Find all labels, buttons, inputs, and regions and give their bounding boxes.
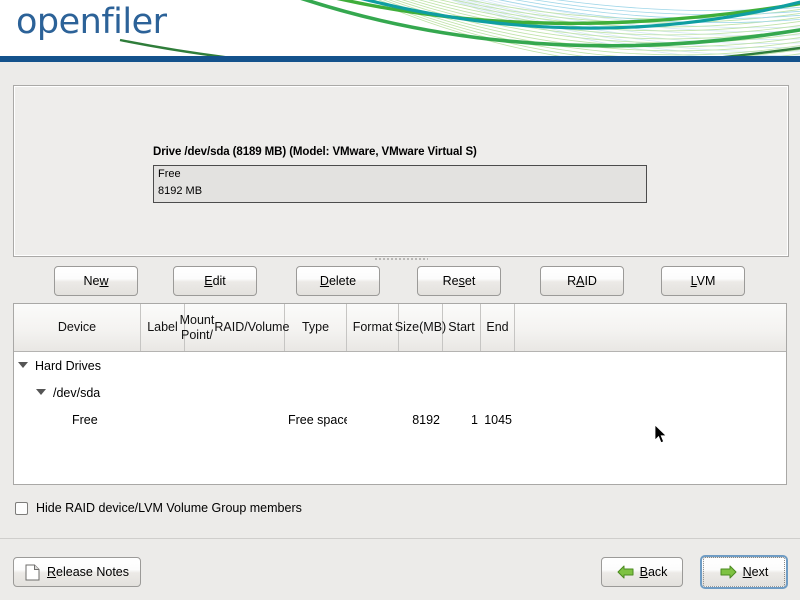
partition-table-header: Device Label Mount Point/RAID/Volume Type Fo… xyxy=(14,304,786,352)
reset-button[interactable]: Reset xyxy=(417,266,501,296)
reset-button-label: Reset xyxy=(442,274,476,288)
back-button[interactable]: Back xyxy=(601,557,683,587)
cell-device-label: Free xyxy=(72,412,98,427)
table-row[interactable]: Hard Drives xyxy=(14,352,786,379)
hide-raid-lvm-members-label: Hide RAID device/LVM Volume Group member… xyxy=(36,501,302,515)
drive-title: Drive /dev/sda (8189 MB) (Model: VMware,… xyxy=(153,146,477,158)
column-header-type[interactable]: Type xyxy=(285,304,347,351)
expander-triangle-down-icon[interactable] xyxy=(36,389,46,396)
release-notes-label: Release Notes xyxy=(47,565,129,579)
cell-device: /dev/sda xyxy=(14,386,141,400)
drive-graphic-panel: Drive /dev/sda (8189 MB) (Model: VMware,… xyxy=(13,85,789,257)
cell-device-label: Hard Drives xyxy=(35,358,101,373)
document-icon xyxy=(25,564,40,581)
column-header-spacer[interactable] xyxy=(515,304,786,351)
table-row[interactable]: Free Free space 8192 1 1045 xyxy=(14,406,786,433)
arrow-right-icon xyxy=(720,565,737,579)
footer-divider xyxy=(0,538,800,539)
hide-raid-lvm-members-row[interactable]: Hide RAID device/LVM Volume Group member… xyxy=(15,499,302,517)
app-banner: openfiler xyxy=(0,0,800,62)
raid-button-label: RAID xyxy=(567,274,597,288)
new-button-label: New xyxy=(83,274,109,288)
back-label: Back xyxy=(639,565,668,579)
cell-device: Free xyxy=(14,413,141,427)
lvm-button-label: LVM xyxy=(690,274,716,288)
delete-button[interactable]: Delete xyxy=(296,266,380,296)
cell-device: Hard Drives xyxy=(14,359,141,373)
partition-table-body[interactable]: Hard Drives/dev/sda Free Free space 8192 1 10… xyxy=(14,352,786,433)
mouse-cursor xyxy=(654,424,667,444)
edit-button-label: Edit xyxy=(204,274,226,288)
banner-stripe xyxy=(0,56,800,62)
cell-end: 1045 xyxy=(484,412,512,427)
partition-segment-label: Free xyxy=(158,168,181,180)
column-header-start[interactable]: Start xyxy=(443,304,481,351)
column-header-label[interactable]: Label xyxy=(141,304,185,351)
partition-table-panel: Device Label Mount Point/RAID/Volume Type Fo… xyxy=(13,303,787,485)
delete-button-label: Delete xyxy=(319,274,357,288)
cell-type: Free space xyxy=(288,412,347,427)
partition-segment-size: 8192 MB xyxy=(158,185,203,197)
edit-button[interactable]: Edit xyxy=(173,266,257,296)
table-row[interactable]: /dev/sda xyxy=(14,379,786,406)
cell-device-label: /dev/sda xyxy=(53,385,101,400)
partition-toolbar: New Edit Delete Reset RAID LVM xyxy=(13,266,787,298)
column-header-size-mb[interactable]: Size (MB) xyxy=(395,304,446,351)
cell-size: 8192 xyxy=(412,412,440,427)
next-button-focus-ring: Next xyxy=(703,557,785,587)
hide-raid-lvm-members-checkbox[interactable] xyxy=(15,501,28,515)
panel-splitter-handle[interactable] xyxy=(374,256,428,262)
release-notes-button[interactable]: Release Notes xyxy=(13,557,141,587)
column-header-device[interactable]: Device xyxy=(14,304,141,351)
raid-button[interactable]: RAID xyxy=(540,266,624,296)
column-header-end[interactable]: End xyxy=(481,304,515,351)
column-header-format[interactable]: Format xyxy=(347,304,399,351)
arrow-left-icon xyxy=(617,565,634,579)
cell-start: 1 xyxy=(471,412,478,427)
drive-partition-bar[interactable]: Free 8192 MB xyxy=(153,165,647,203)
next-label: Next xyxy=(742,565,769,579)
next-button[interactable]: Next xyxy=(700,555,788,589)
lvm-button[interactable]: LVM xyxy=(661,266,745,296)
column-header-mount-point-raid-volume[interactable]: Mount Point/RAID/Volume xyxy=(180,304,289,351)
new-button[interactable]: New xyxy=(54,266,138,296)
openfiler-logo: openfiler xyxy=(16,2,167,42)
expander-triangle-down-icon[interactable] xyxy=(18,362,28,369)
